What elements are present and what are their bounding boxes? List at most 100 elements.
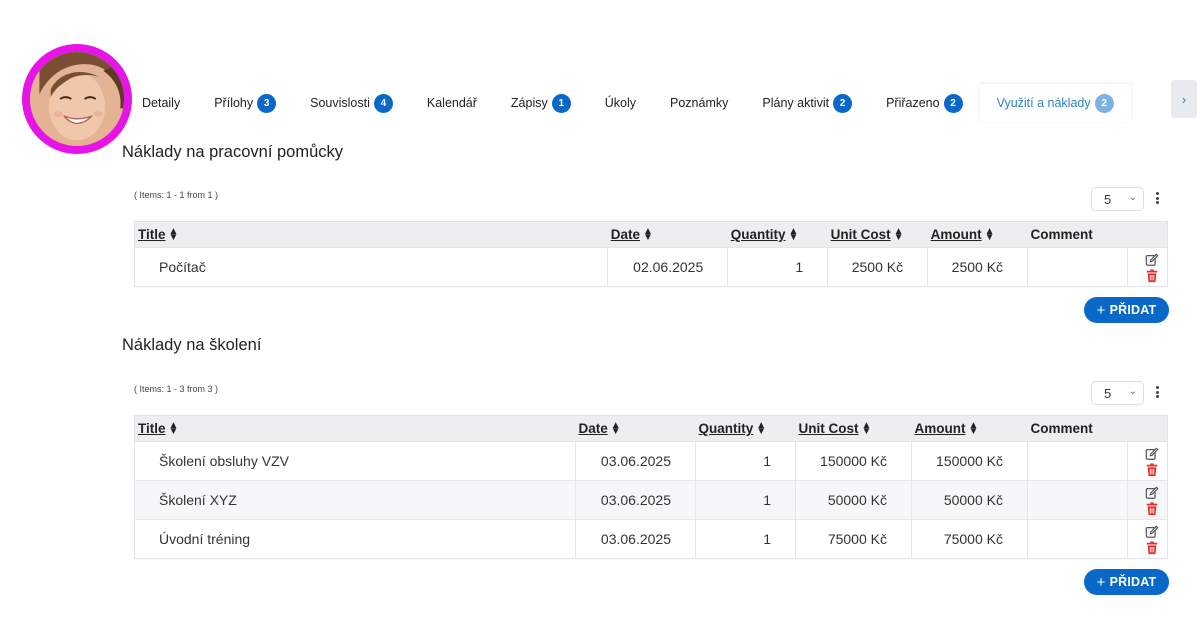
tab-3[interactable]: Kalendář [410,84,494,122]
count-badge: 2 [943,93,963,113]
training-table: Title ▲ ▼ Date ▲ ▼ Quantity ▲ ▼ Unit Cost ▲ ▼ Amount… [134,415,1168,559]
sort-icon[interactable]: ▲ ▼ [643,227,653,243]
cell-comment [1027,480,1128,520]
column-header-label: Quantity [698,421,754,436]
column-header[interactable]: Amount ▲ ▼ [927,221,1028,248]
kebab-menu-icon[interactable] [1152,189,1162,207]
column-header[interactable]: Unit Cost ▲ ▼ [795,415,912,442]
trash-icon[interactable] [1145,502,1159,516]
edit-icon[interactable] [1145,525,1159,539]
column-header-label: Unit Cost [830,227,891,242]
column-header-label: Quantity [730,227,786,242]
column-header[interactable]: Title ▲ ▼ [134,221,608,248]
cell-date: 03.06.2025 [575,441,696,481]
actions-header [1127,221,1168,248]
tab-1[interactable]: Přílohy 3 [197,84,293,122]
add-button-label: PŘIDAT [1109,575,1157,589]
tab-label: Úkoly [604,96,637,110]
sort-icon[interactable]: ▲ ▼ [611,421,621,437]
add-button[interactable]: + PŘIDAT [1084,297,1169,323]
tab-label: Přílohy [214,96,254,110]
row-actions [1127,519,1168,559]
tab-bar: Detaily Přílohy 3 Souvislosti 4 Kalendář Zápis… [125,84,1165,122]
sort-icon[interactable]: ▲ ▼ [985,227,995,243]
column-header-label: Amount [914,421,966,436]
tab-label: Kalendář [426,96,477,110]
sort-icon[interactable]: ▲ ▼ [169,421,179,437]
add-button[interactable]: + PŘIDAT [1084,569,1169,595]
tab-scroll-right-button[interactable]: › [1171,80,1197,118]
plus-icon: + [1096,573,1106,591]
column-header[interactable]: Date ▲ ▼ [607,221,728,248]
row-actions [1127,480,1168,520]
cell-amount: 75000 Kč [911,519,1028,559]
count-badge: 3 [257,93,277,113]
avatar-portrait-image [30,52,124,146]
sort-icon[interactable]: ▲ ▼ [894,227,904,243]
edit-icon[interactable] [1145,486,1159,500]
tab-9[interactable]: Využití a náklady 2 [979,84,1131,122]
tab-label: Poznámky [670,96,729,110]
tab-6[interactable]: Poznámky [653,84,745,122]
cell-comment [1027,441,1128,481]
count-badge: 4 [373,93,393,113]
tab-0[interactable]: Detaily [125,84,197,122]
column-header-label: Amount [930,227,982,242]
column-header: Comment [1027,221,1128,248]
table-row[interactable]: Úvodní tréning 03.06.2025 1 75000 Kč 75000 K… [134,519,1168,559]
chevron-down-icon: ⌄ [1128,386,1137,397]
tab-label: Detaily [142,96,181,110]
sort-icon[interactable]: ▲ ▼ [969,421,979,437]
column-header[interactable]: Quantity ▲ ▼ [695,415,796,442]
cell-amount: 2500 Kč [927,247,1029,287]
count-badge: 2 [833,93,853,113]
edit-icon[interactable] [1145,253,1159,267]
section-title-work-tools: Náklady na pracovní pomůcky [122,143,344,161]
column-header-label: Title [138,421,166,436]
cell-date: 02.06.2025 [607,247,729,287]
column-header[interactable]: Unit Cost ▲ ▼ [827,221,928,248]
column-header-label: Title [138,227,166,242]
tab-label: Zápisy [510,96,548,110]
tab-2[interactable]: Souvislosti 4 [293,84,410,122]
cell-date: 03.06.2025 [575,480,696,520]
column-header[interactable]: Title ▲ ▼ [134,415,576,442]
items-info: ( Items: 1 - 1 from 1 ) [134,190,219,200]
cell-quantity: 1 [695,519,796,559]
column-header[interactable]: Amount ▲ ▼ [911,415,1028,442]
edit-icon[interactable] [1145,447,1159,461]
tab-4[interactable]: Zápisy 1 [494,84,588,122]
kebab-menu-icon[interactable] [1152,383,1162,401]
cell-unit-cost: 150000 Kč [795,441,912,481]
cell-date: 03.06.2025 [575,519,696,559]
sort-icon[interactable]: ▲ ▼ [756,421,766,437]
chevron-right-icon: › [1181,91,1187,107]
table-row[interactable]: Školení XYZ 03.06.2025 1 50000 Kč 50000 Kč [134,480,1168,520]
tab-7[interactable]: Plány aktivit 2 [745,84,869,122]
page-size-value: 5 [1104,385,1112,401]
column-header[interactable]: Date ▲ ▼ [575,415,696,442]
cell-quantity: 1 [727,247,829,287]
items-info: ( Items: 1 - 3 from 3 ) [134,384,219,394]
tab-5[interactable]: Úkoly [588,84,653,122]
sort-icon[interactable]: ▲ ▼ [169,227,179,243]
page-size-select[interactable]: 5 ⌄ [1091,187,1144,211]
sort-icon[interactable]: ▲ ▼ [862,421,872,437]
cell-quantity: 1 [695,480,796,520]
plus-icon: + [1096,301,1106,319]
cell-amount: 150000 Kč [911,441,1028,481]
tab-8[interactable]: Přiřazeno 2 [869,84,980,122]
table-row[interactable]: Školení obsluhy VZV 03.06.2025 1 150000 Kč 1… [134,441,1168,481]
page-size-select[interactable]: 5 ⌄ [1091,381,1144,405]
column-header-label: Date [610,227,641,242]
cell-unit-cost: 75000 Kč [795,519,912,559]
table-row[interactable]: Počítač 02.06.2025 1 2500 Kč 2500 Kč [134,247,1168,287]
trash-icon[interactable] [1145,541,1159,555]
row-actions [1127,441,1168,481]
column-header-label: Comment [1030,421,1093,436]
sort-icon[interactable]: ▲ ▼ [789,227,799,243]
trash-icon[interactable] [1145,463,1159,477]
column-header[interactable]: Quantity ▲ ▼ [727,221,828,248]
trash-icon[interactable] [1145,269,1159,283]
column-header-label: Date [578,421,608,436]
